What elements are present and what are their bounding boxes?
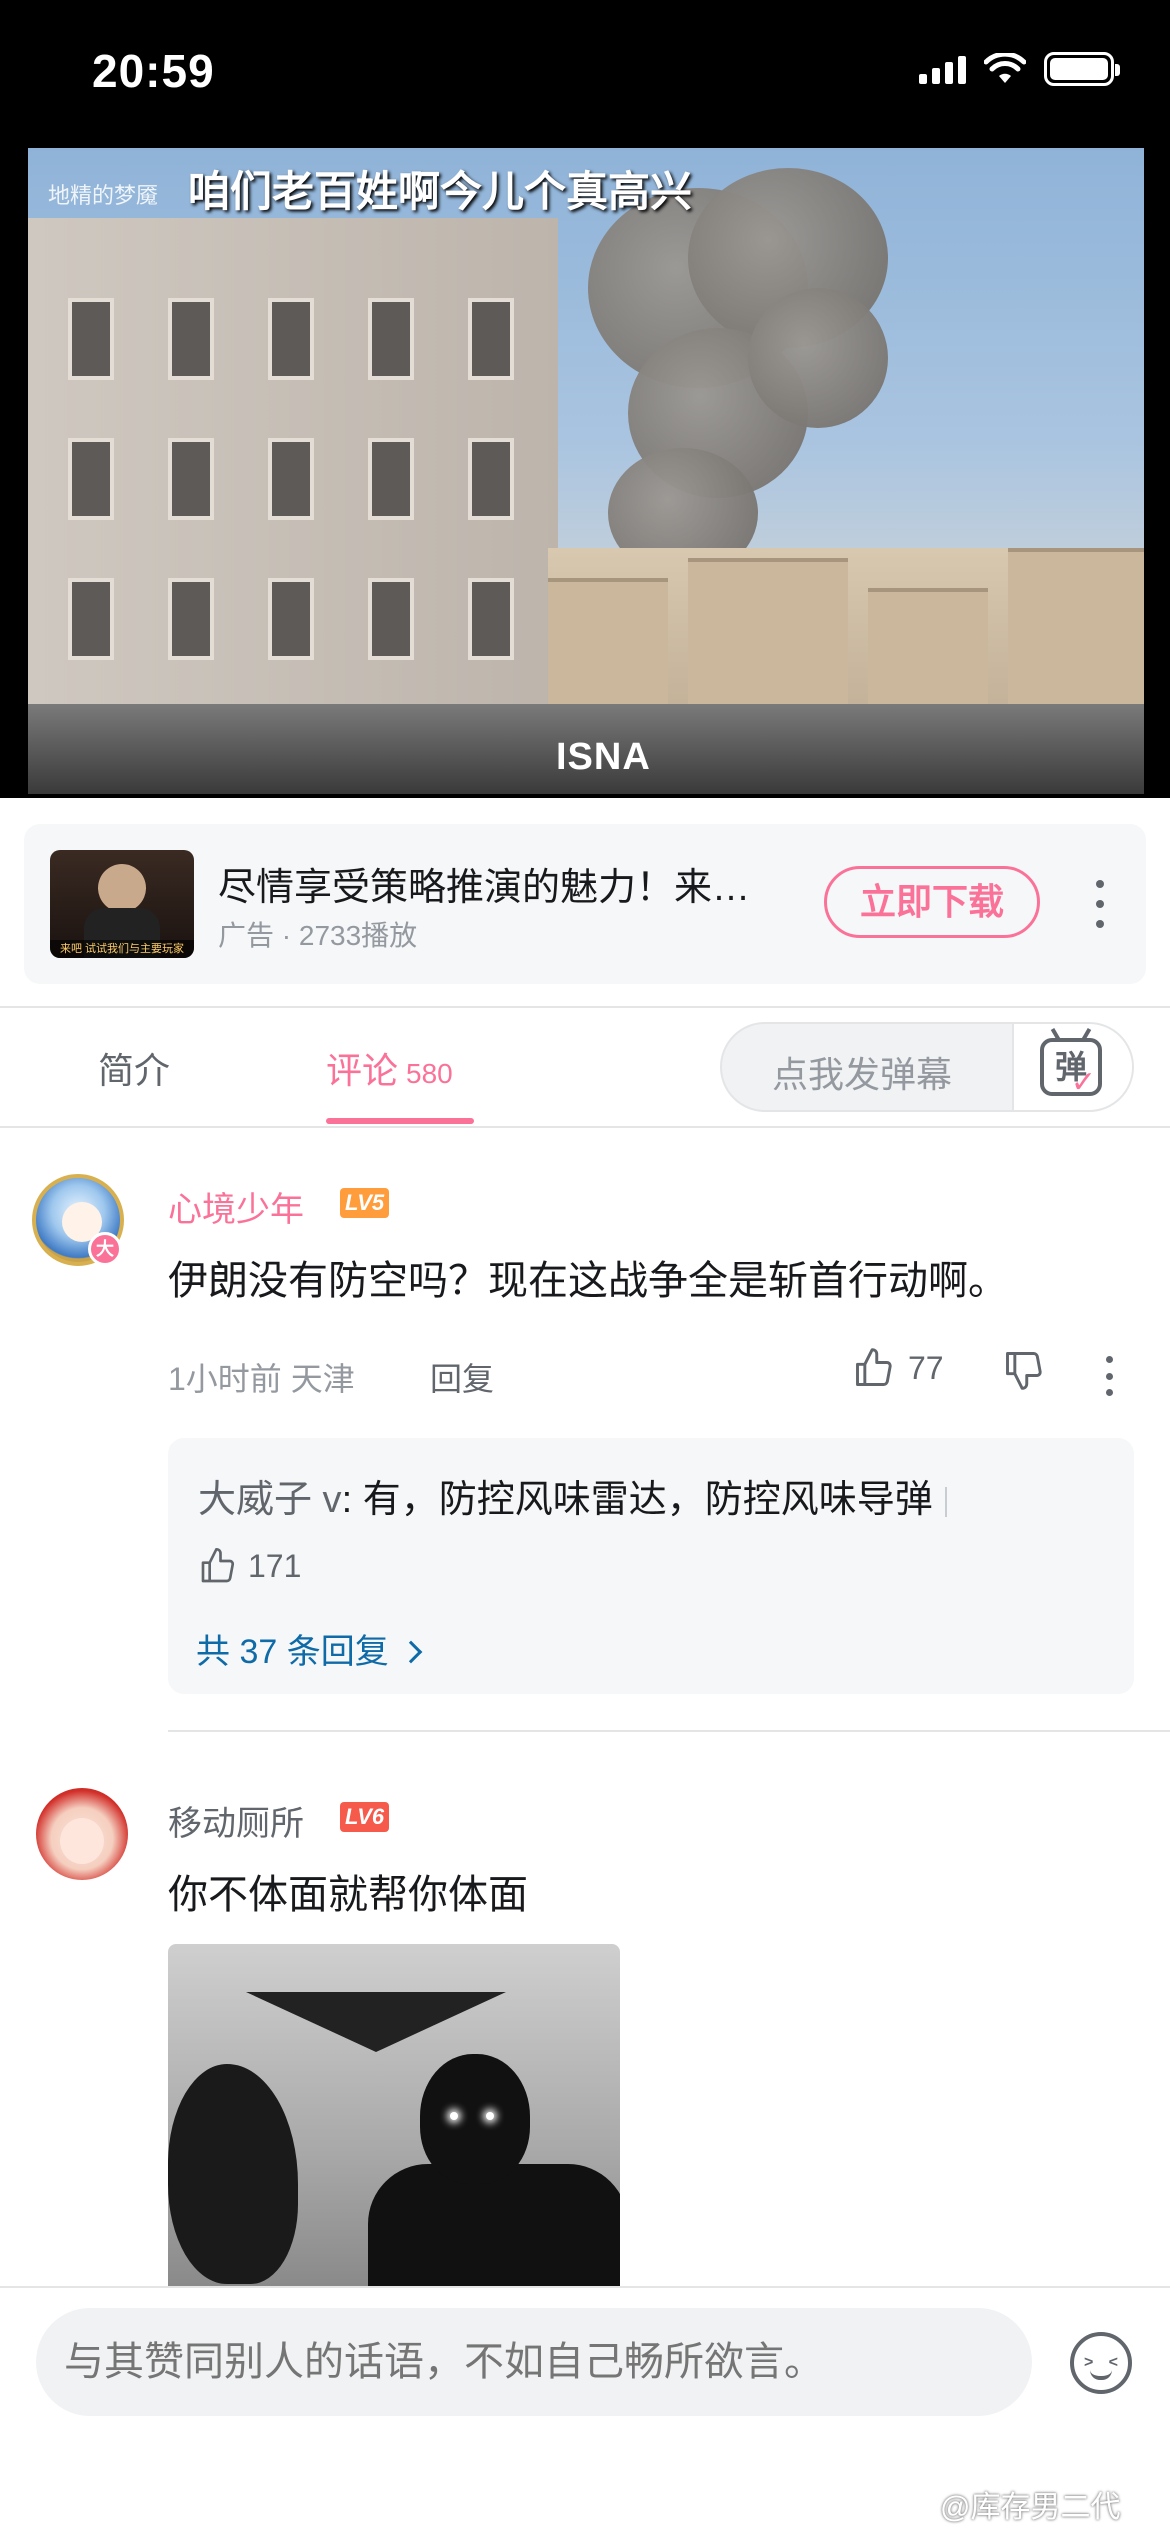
subreply-item: 大威子 v: 有，防控风味雷达，防控风味导弹 171 (198, 1468, 1038, 1598)
chevron-right-icon (399, 1640, 423, 1664)
tab-comments[interactable]: 评论 580 (326, 1042, 453, 1094)
emoji-icon[interactable]: > < (1070, 2332, 1132, 2394)
danmaku-icon: 弹 ✓ (1040, 1038, 1102, 1099)
comment-meta: 1小时前 天津 (168, 1361, 355, 1397)
like-count: 77 (908, 1349, 944, 1386)
comment-input[interactable] (36, 2308, 1032, 2416)
thumbs-down-icon (1006, 1352, 1042, 1390)
subreply-panel[interactable]: 大威子 v: 有，防控风味雷达，防控风味导弹 171 共 37 条回复 (168, 1438, 1134, 1694)
like-button[interactable]: 77 (852, 1346, 944, 1390)
danmaku-toggle-button[interactable]: 弹 ✓ (1012, 1024, 1132, 1110)
video-caption: 咱们老百姓啊今儿个真高兴 (188, 168, 693, 215)
subreply-text: 有，防控风味雷达，防控风味导弹 (362, 1479, 933, 1521)
tab-comments-count: 580 (406, 1058, 453, 1089)
subreply-like-count: 171 (248, 1547, 302, 1584)
ad-thumb-caption: 来吧 试试我们与主要玩家 (50, 940, 194, 958)
avatar[interactable] (36, 1788, 128, 1880)
comment-username[interactable]: 移动厕所 (168, 1796, 304, 1845)
thumbs-up-icon (856, 1348, 892, 1386)
big-member-badge: 大 (88, 1232, 122, 1266)
danmaku-placeholder: 点我发弹幕 (772, 1054, 953, 1095)
danmaku-input[interactable]: 点我发弹幕 弹 ✓ (720, 1022, 1134, 1112)
weibo-watermark: @库存男二代 (940, 2491, 1121, 2524)
comment-divider (168, 1730, 1170, 1732)
dislike-button[interactable] (1002, 1348, 1046, 1397)
status-icons (919, 52, 1120, 86)
thumbs-up-icon (201, 1547, 235, 1583)
ad-meta: 广告 · 2733播放 (218, 920, 418, 951)
check-icon: ✓ (1070, 1066, 1096, 1099)
video-watermark: ISNA (556, 736, 651, 778)
ad-title[interactable]: 尽情享受策略推演的魅力！来… (218, 856, 750, 911)
video-watermark-small: 地精的梦魇 (48, 183, 159, 208)
cellular-signal-icon (919, 54, 966, 84)
view-all-replies-link[interactable]: 共 37 条回复 (196, 1624, 423, 1673)
subreply-like-button[interactable]: 171 (198, 1534, 301, 1598)
tab-comments-label: 评论 (326, 1050, 399, 1091)
wifi-icon (984, 53, 1026, 83)
view-all-replies-label: 共 37 条回复 (196, 1633, 389, 1671)
ad-more-icon[interactable] (1090, 880, 1110, 928)
building-image (28, 218, 558, 778)
level-badge: LV6 (340, 1802, 390, 1832)
level-badge: LV5 (340, 1188, 390, 1218)
comment-text: 伊朗没有防空吗？现在这战争全是斩首行动啊。 (168, 1259, 1008, 1303)
reply-button[interactable]: 回复 (430, 1354, 494, 1400)
subreply-separator: : (341, 1479, 363, 1521)
battery-icon (1044, 52, 1120, 86)
ad-download-button[interactable]: 立即下载 (824, 866, 1040, 938)
status-time: 20:59 (92, 45, 215, 97)
tab-intro[interactable]: 简介 (98, 1042, 170, 1094)
ad-card[interactable]: 来吧 试试我们与主要玩家 尽情享受策略推演的魅力！来… 广告 · 2733播放 … (24, 824, 1146, 984)
comment-more-icon[interactable] (1102, 1356, 1116, 1396)
status-bar: 20:59 (0, 0, 1170, 140)
comment-username[interactable]: 心境少年 (168, 1182, 304, 1231)
video-frame: 地精的梦魇 咱们老百姓啊今儿个真高兴 ISNA (28, 148, 1144, 794)
ad-thumbnail[interactable]: 来吧 试试我们与主要玩家 (50, 850, 194, 958)
video-player[interactable]: 地精的梦魇 咱们老百姓啊今儿个真高兴 ISNA (0, 140, 1170, 798)
comment-image[interactable] (168, 1944, 620, 2286)
tab-active-indicator (326, 1118, 474, 1124)
comment-text: 你不体面就帮你体面 (168, 1873, 528, 1917)
subreply-username[interactable]: 大威子 v (198, 1479, 342, 1521)
